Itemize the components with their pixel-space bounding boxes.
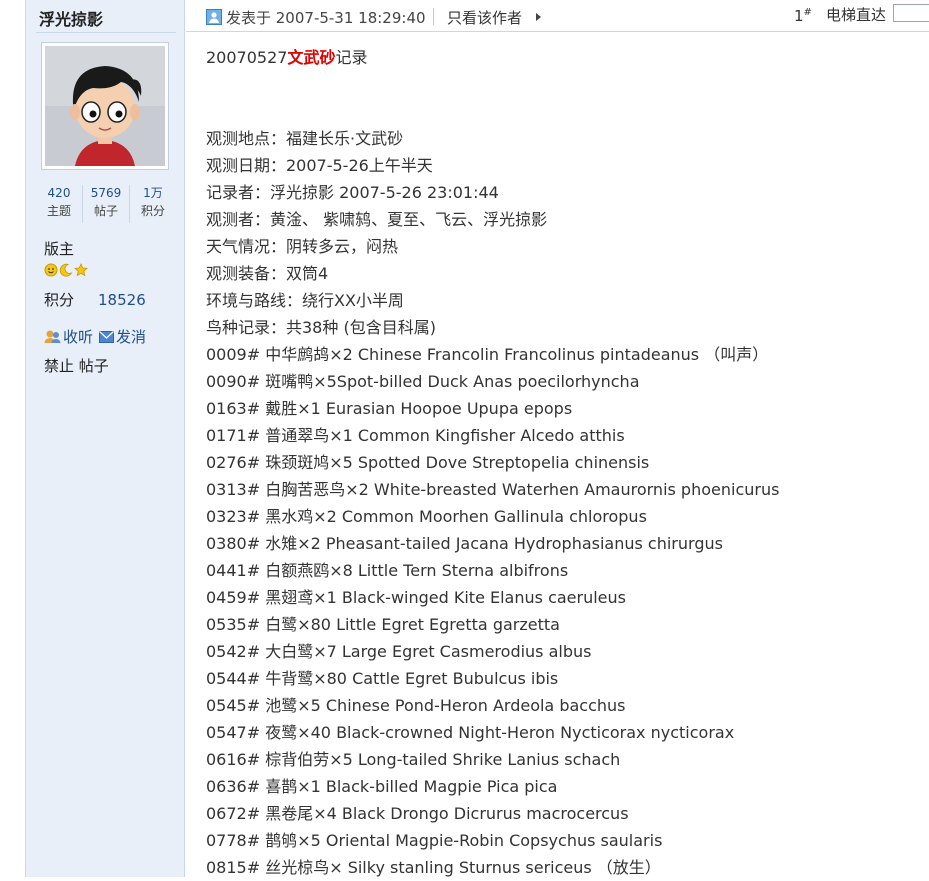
stat-value: 5769 [90,186,122,200]
moon-medal-icon [59,263,73,277]
record-line: 0090# 斑嘴鸭×5Spot-billed Duck Anas poecilo… [206,372,640,391]
stat-points[interactable]: 1万 积分 [129,185,176,223]
divider [36,32,176,33]
divider [433,8,434,25]
avatar-image [45,46,165,166]
user-actions: 收听 发消 [44,326,146,347]
follow-button[interactable]: 收听 [44,326,93,347]
smile-medal-icon [44,263,58,277]
record-line: 0323# 黑水鸡×2 Common Moorhen Gallinula chl… [206,507,647,526]
stat-label: 积分 [140,204,165,218]
points-label: 积分 [44,291,75,309]
left-margin [0,0,25,877]
record-line: 观测地点：福建长乐·文武砂 [206,129,404,148]
star-medal-icon [74,263,88,277]
stat-posts[interactable]: 5769 帖子 [82,185,129,223]
record-line: 0441# 白额燕鸥×8 Little Tern Sterna albifron… [206,561,569,580]
user-sidebar: 浮光掠影 420 主题 5769 帖子 1万 积分 版主 积分 18526 收听… [25,0,185,877]
ban-posts-link[interactable]: 禁止 帖子 [44,355,109,376]
record-line: 0778# 鹊鸲×5 Oriental Magpie-Robin Copsych… [206,831,663,850]
user-stats: 420 主题 5769 帖子 1万 积分 [36,185,176,223]
record-line: 0459# 黑翅鸢×1 Black-winged Kite Elanus cae… [206,588,626,607]
jump-to-floor-input[interactable] [893,4,929,22]
medals [44,263,88,277]
follow-icon [44,330,61,343]
user-points: 积分 18526 [44,289,146,310]
stat-label: 帖子 [93,204,118,218]
record-line: 0616# 棕背伯劳×5 Long-tailed Shrike Lanius s… [206,750,621,769]
post-header: 发表于 2007-5-31 18:29:40 只看该作者 1# 电梯直达 [186,0,929,32]
avatar[interactable] [41,42,169,170]
arrow-right-icon [536,13,541,21]
stat-topics[interactable]: 420 主题 [36,185,82,223]
points-value: 18526 [98,291,146,309]
follow-label: 收听 [63,328,94,346]
stat-label: 主题 [46,204,71,218]
mail-icon [99,330,115,343]
title-suffix: 记录 [335,48,368,67]
username[interactable]: 浮光掠影 [39,6,103,30]
record-line: 0535# 白鹭×80 Little Egret Egretta garzett… [206,615,560,634]
floor-value: 1 [794,7,804,25]
stat-value: 420 [47,186,71,200]
floor-suffix: # [803,7,812,18]
record-line: 记录者：浮光掠影 2007-5-26 23:01:44 [206,183,499,202]
record-line: 0672# 黑卷尾×4 Black Drongo Dicrurus macroc… [206,804,629,823]
title-highlight: 文武砂 [287,48,336,67]
record-lines: 观测地点：福建长乐·文武砂观测日期：2007-5-26上午半天记录者：浮光掠影 … [206,125,921,881]
record-line: 0009# 中华鹧鸪×2 Chinese Francolin Francolin… [206,345,769,364]
only-author-link[interactable]: 只看该作者 [447,7,522,28]
title-prefix: 20070527 [206,48,288,67]
post-content: 20070527文武砂记录 观测地点：福建长乐·文武砂观测日期：2007-5-2… [206,44,921,881]
record-line: 环境与路线：绕行XX小半周 [206,291,404,310]
record-line: 观测装备：双筒4 [206,264,329,283]
message-label: 发消 [116,328,147,346]
user-role[interactable]: 版主 [44,238,74,259]
stat-value: 1万 [143,186,163,200]
message-button[interactable]: 发消 [99,326,146,347]
record-line: 0171# 普通翠鸟×1 Common Kingfisher Alcedo at… [206,426,625,445]
record-line: 0313# 白胸苦恶鸟×2 White-breasted Waterhen Am… [206,480,780,499]
floor-number[interactable]: 1# [794,7,812,25]
post-date: 发表于 2007-5-31 18:29:40 [226,9,426,27]
record-line: 0276# 珠颈斑鸠×5 Spotted Dove Streptopelia c… [206,453,650,472]
record-line: 0380# 水雉×2 Pheasant-tailed Jacana Hydrop… [206,534,723,553]
record-line: 鸟种记录：共38种 (包含目科属) [206,318,436,337]
record-line: 天气情况：阴转多云，闷热 [206,237,399,256]
jump-to-floor-label: 电梯直达 [826,6,887,24]
record-line: 0545# 池鹭×5 Chinese Pond-Heron Ardeola ba… [206,696,626,715]
record-line: 0163# 戴胜×1 Eurasian Hoopoe Upupa epops [206,399,573,418]
record-line: 观测日期：2007-5-26上午半天 [206,156,433,175]
record-line: 0547# 夜鹭×40 Black-crowned Night-Heron Ny… [206,723,735,742]
record-line: 0542# 大白鹭×7 Large Egret Casmerodius albu… [206,642,592,661]
post-title: 20070527文武砂记录 [206,44,921,71]
record-line: 0636# 喜鹊×1 Black-billed Magpie Pica pica [206,777,558,796]
post-icon [206,9,222,25]
record-line: 观测者：黄淦、 紫啸鸫、夏至、飞云、浮光掠影 [206,210,548,229]
record-line: 0544# 牛背鹭×80 Cattle Egret Bubulcus ibis [206,669,559,688]
